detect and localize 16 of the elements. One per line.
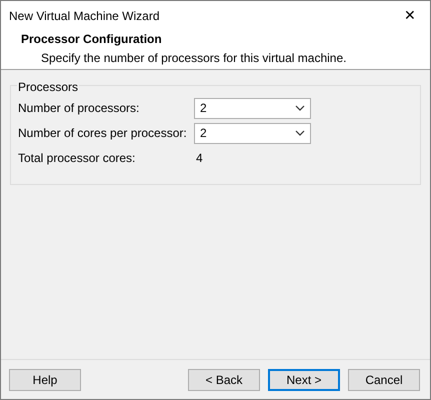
dropdown[interactable]: 2 <box>194 98 311 118</box>
page-title: Processor Configuration <box>21 31 163 48</box>
field-label: Number of cores per processor: <box>18 125 188 142</box>
window-title: New Virtual Machine Wizard <box>9 8 160 24</box>
chevron-icon <box>295 130 305 136</box>
page-subtitle: Specify the number of processors for this virtual machine. <box>40 50 348 67</box>
field-value: 4 <box>195 150 203 167</box>
dialog-button[interactable]: Help <box>9 368 81 390</box>
dropdown[interactable]: 2 <box>194 122 311 144</box>
field-label: Number of processors: <box>18 100 140 117</box>
chevron-icon <box>295 105 305 111</box>
dialog-button[interactable]: Next > <box>268 368 340 390</box>
dialog-button[interactable]: Cancel <box>348 368 420 390</box>
field-label: Total processor cores: <box>18 150 136 167</box>
close-button[interactable]: ✕ <box>390 1 430 30</box>
dialog-button[interactable]: < Back <box>188 368 260 390</box>
